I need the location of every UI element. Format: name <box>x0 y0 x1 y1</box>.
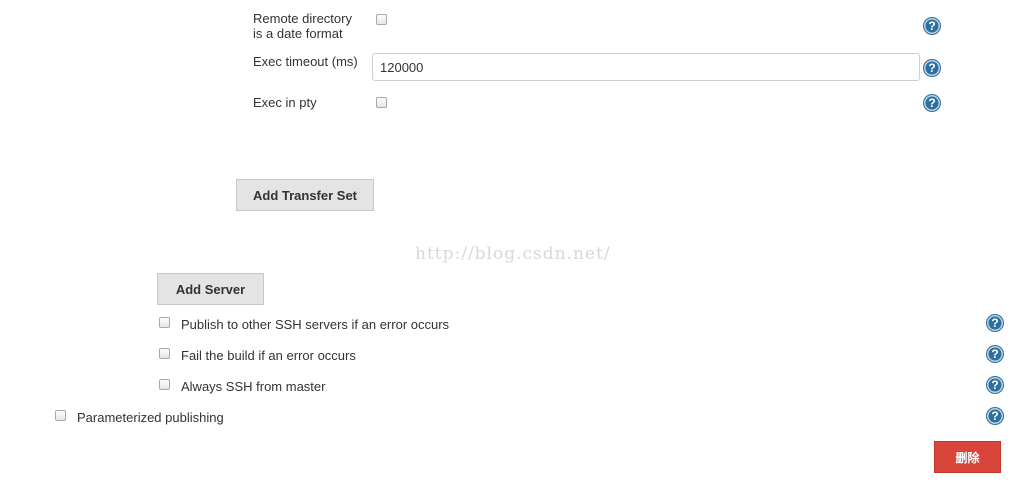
always-ssh-from-master-label: Always SSH from master <box>181 379 326 394</box>
watermark-text: http://blog.csdn.net/ <box>415 244 611 264</box>
delete-button[interactable]: 删除 <box>934 441 1001 473</box>
help-icon[interactable]: ? <box>987 315 1003 331</box>
exec-timeout-input[interactable] <box>372 53 920 81</box>
remote-directory-date-format-label-line1: Remote directory <box>253 11 352 26</box>
parameterized-publishing-label: Parameterized publishing <box>77 410 224 425</box>
help-icon[interactable]: ? <box>987 377 1003 393</box>
help-icon[interactable]: ? <box>987 408 1003 424</box>
remote-directory-date-format-label: Remote directory is a date format <box>253 11 352 41</box>
ssh-publisher-config: Remote directory is a date format ? Exec… <box>0 0 1023 489</box>
parameterized-publishing-checkbox[interactable] <box>55 410 66 421</box>
help-icon[interactable]: ? <box>924 60 940 76</box>
add-transfer-set-button[interactable]: Add Transfer Set <box>236 179 374 211</box>
fail-build-checkbox[interactable] <box>159 348 170 359</box>
remote-directory-date-format-checkbox[interactable] <box>376 14 387 25</box>
publish-other-servers-checkbox[interactable] <box>159 317 170 328</box>
publish-other-servers-label: Publish to other SSH servers if an error… <box>181 317 450 332</box>
remote-directory-date-format-label-line2: is a date format <box>253 26 343 41</box>
exec-in-pty-checkbox[interactable] <box>376 97 387 108</box>
help-icon[interactable]: ? <box>924 18 940 34</box>
always-ssh-from-master-checkbox[interactable] <box>159 379 170 390</box>
help-icon[interactable]: ? <box>987 346 1003 362</box>
exec-timeout-label: Exec timeout (ms) <box>253 54 358 69</box>
fail-build-label: Fail the build if an error occurs <box>181 348 356 363</box>
help-icon[interactable]: ? <box>924 95 940 111</box>
add-server-button[interactable]: Add Server <box>157 273 264 305</box>
exec-in-pty-label: Exec in pty <box>253 95 317 110</box>
